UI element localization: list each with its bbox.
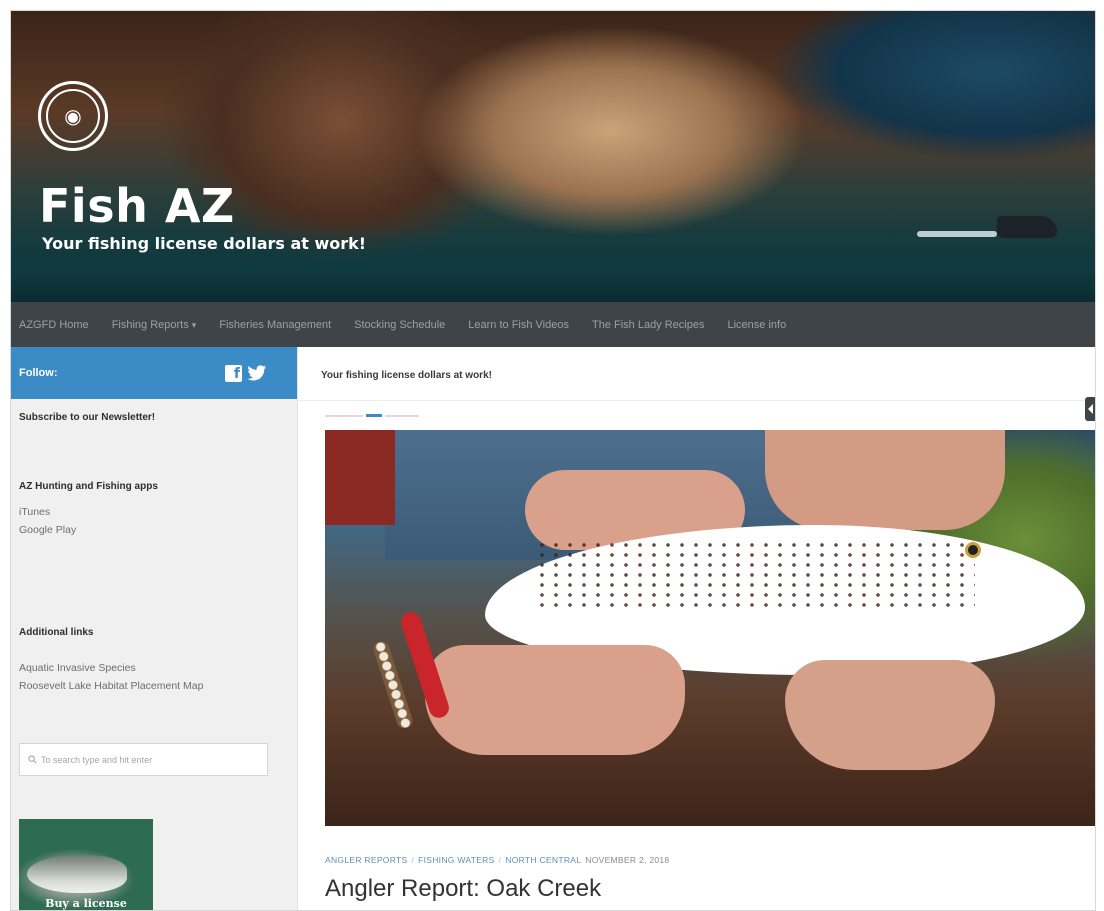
nav-item-license-info[interactable]: License info — [727, 319, 786, 331]
site-tagline: Your fishing license dollars at work! — [42, 234, 367, 253]
heading-accent-bars — [325, 414, 419, 417]
category-link[interactable]: NORTH CENTRAL — [505, 855, 581, 865]
sidebar: Follow: f Subscribe to our Newsletter! A… — [11, 347, 298, 910]
sidebar-toggle-button[interactable] — [1085, 397, 1095, 421]
facebook-icon[interactable]: f — [225, 364, 242, 382]
boat-image — [997, 216, 1057, 238]
follow-bar: Follow: f — [11, 347, 297, 399]
category-link[interactable]: FISHING WATERS — [418, 855, 494, 865]
category-link[interactable]: ANGLER REPORTS — [325, 855, 407, 865]
trout-spots — [535, 540, 975, 610]
link-aquatic-invasive-species[interactable]: Aquatic Invasive Species — [19, 662, 136, 674]
nav-item-fish-lady-recipes[interactable]: The Fish Lady Recipes — [592, 319, 705, 331]
nav-item-fishing-reports-label: Fishing Reports — [111, 318, 189, 331]
twitter-icon[interactable] — [247, 364, 267, 382]
header-divider — [298, 400, 1095, 401]
agfd-logo[interactable]: ◉ — [38, 81, 108, 151]
post-date: NOVEMBER 2, 2018 — [585, 855, 670, 865]
nav-item-fishing-reports[interactable]: Fishing Reports ▾ — [112, 319, 197, 331]
link-itunes[interactable]: iTunes — [19, 506, 50, 518]
post-meta: ANGLER REPORTS / FISHING WATERS / NORTH CENT… — [325, 855, 670, 865]
nav-item-stocking-schedule[interactable]: Stocking Schedule — [354, 319, 445, 331]
bead-bracelet — [371, 639, 415, 731]
follow-label: Follow: — [19, 367, 58, 379]
link-google-play[interactable]: Google Play — [19, 524, 76, 536]
search-input[interactable]: To search type and hit enter — [19, 743, 268, 776]
additional-links-heading: Additional links — [19, 627, 94, 638]
post-title[interactable]: Angler Report: Oak Creek — [325, 875, 601, 903]
logo-ring: ◉ — [46, 89, 100, 143]
social-links: f — [225, 364, 267, 382]
boat-wake — [917, 231, 997, 237]
nav-item-fisheries-management[interactable]: Fisheries Management — [219, 319, 331, 331]
search-icon — [28, 755, 37, 764]
browser-frame: ◉ Fish AZ Your fishing license dollars a… — [10, 10, 1096, 911]
site-title[interactable]: Fish AZ — [39, 179, 235, 233]
logo-emblem-icon: ◉ — [64, 104, 82, 128]
link-roosevelt-habitat-map[interactable]: Roosevelt Lake Habitat Placement Map — [19, 680, 203, 692]
bg-hand-bottom — [785, 660, 995, 770]
main-content: Your fishing license dollars at work! AN… — [298, 347, 1095, 910]
bg-hand-left — [425, 645, 685, 755]
newsletter-heading[interactable]: Subscribe to our Newsletter! — [19, 412, 155, 423]
trout-eye — [965, 542, 981, 558]
nav-item-azgfd-home[interactable]: AZGFD Home — [19, 319, 89, 331]
bg-hand-right — [765, 430, 1005, 530]
featured-image[interactable] — [325, 430, 1095, 826]
search-placeholder: To search type and hit enter — [41, 754, 153, 765]
chevron-down-icon: ▾ — [191, 319, 197, 330]
fish-illustration — [27, 855, 127, 893]
page-subheading: Your fishing license dollars at work! — [321, 370, 492, 381]
nav-item-learn-to-fish-videos[interactable]: Learn to Fish Videos — [468, 319, 569, 331]
bg-sleeve — [325, 430, 395, 525]
site-header-banner: ◉ Fish AZ Your fishing license dollars a… — [11, 11, 1095, 302]
buy-license-banner[interactable]: Buy a license — [19, 819, 153, 910]
buy-license-label: Buy a license — [45, 897, 127, 910]
main-navigation: AZGFD Home Fishing Reports ▾ Fisheries Ma… — [11, 302, 1095, 347]
apps-heading: AZ Hunting and Fishing apps — [19, 481, 158, 492]
